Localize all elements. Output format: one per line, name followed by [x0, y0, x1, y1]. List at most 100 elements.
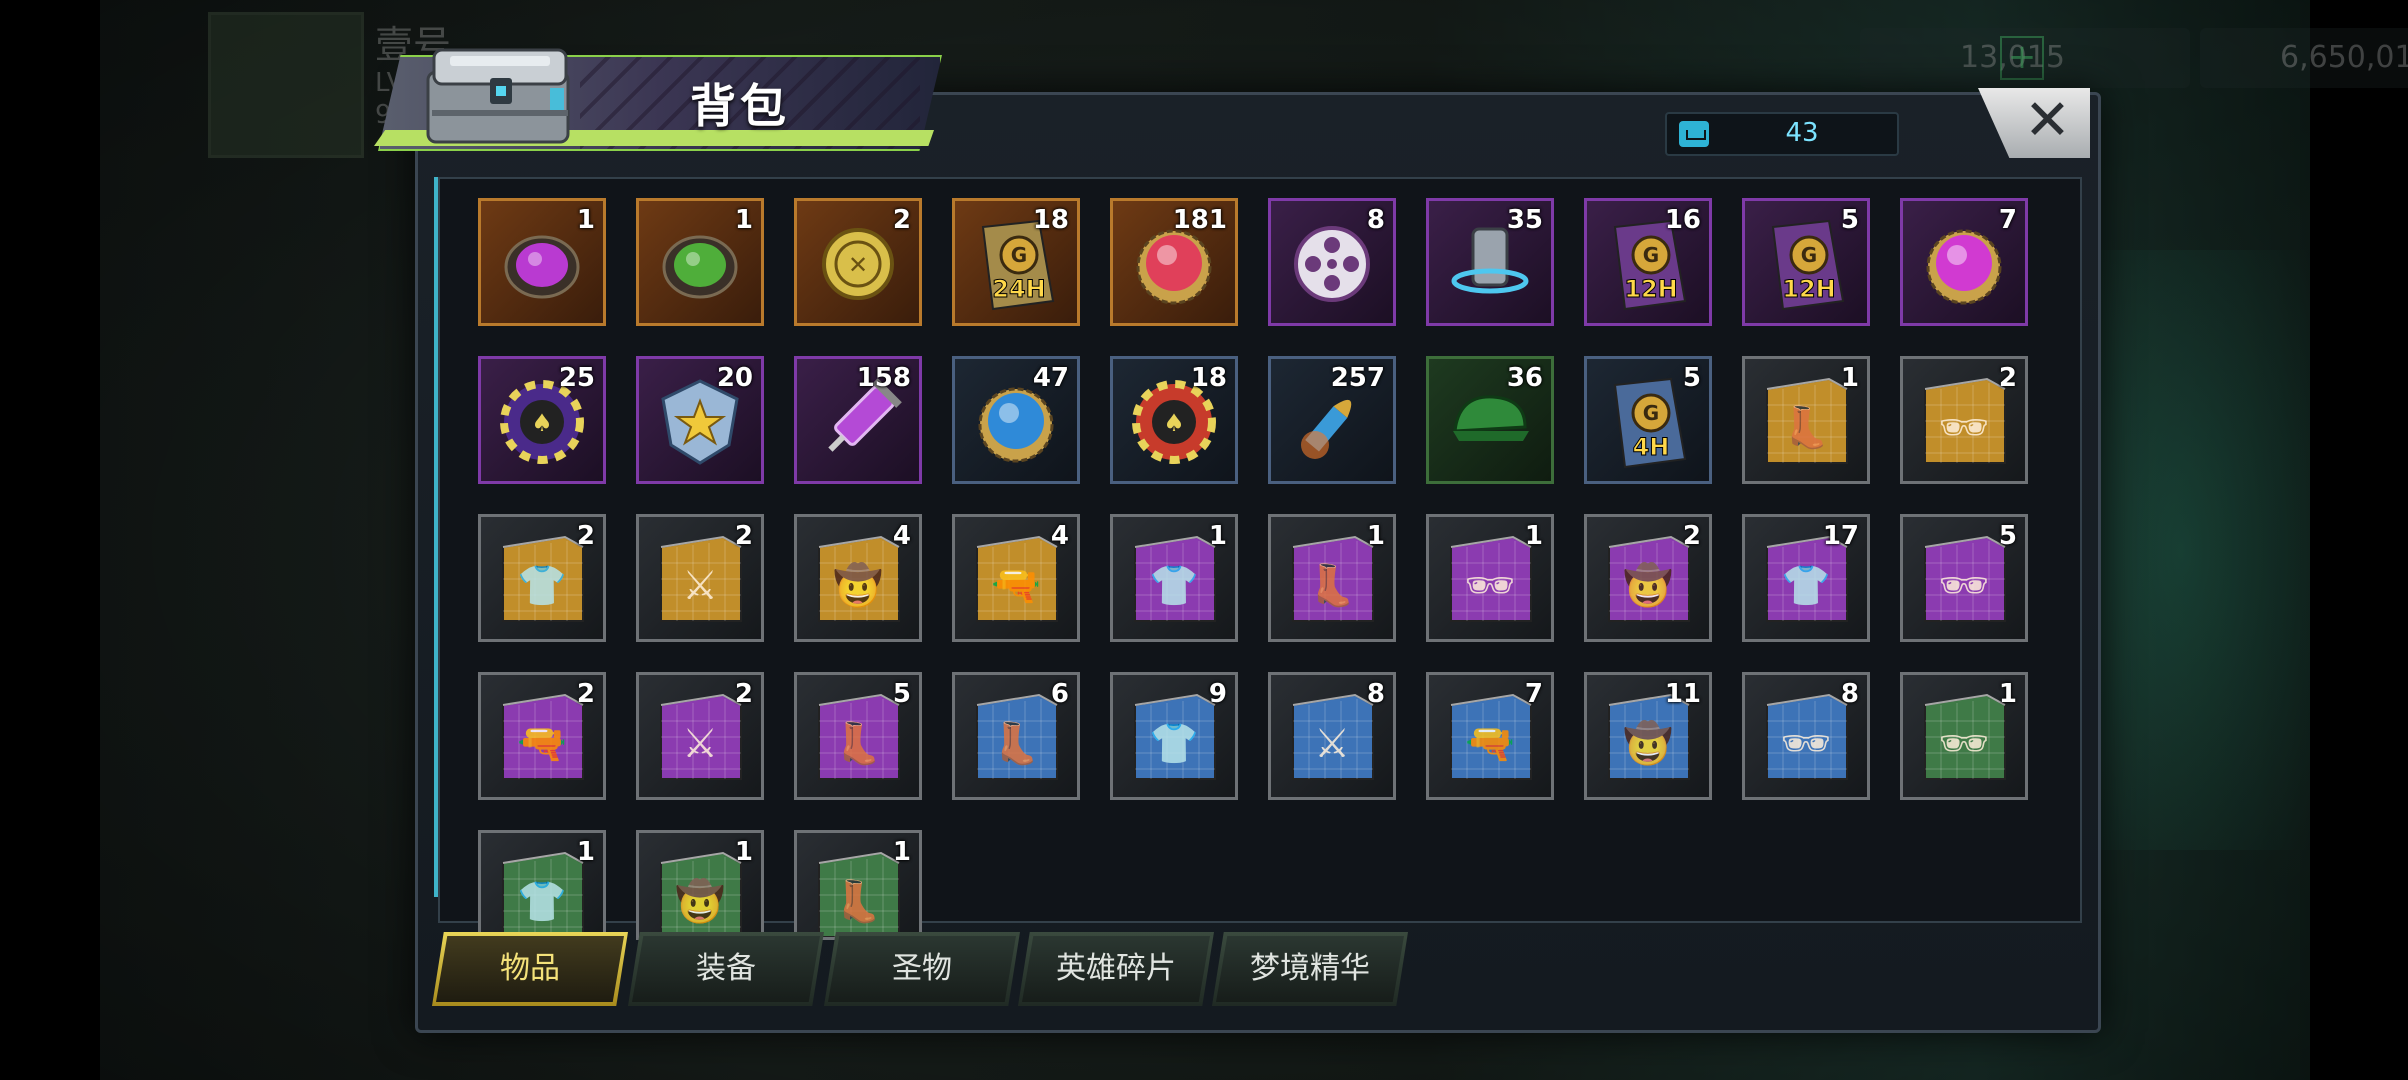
item-count: 47 [1032, 363, 1069, 393]
inventory-slot[interactable]: 👕 17 [1742, 514, 1870, 642]
purple-boots-blueprint-icon: 👢 [811, 691, 905, 785]
inventory-slot[interactable]: ⚔ 8 [1268, 672, 1396, 800]
svg-text:🤠: 🤠 [833, 561, 883, 609]
inventory-slot[interactable]: 👕 9 [1110, 672, 1238, 800]
svg-text:👢: 👢 [1307, 562, 1357, 609]
inventory-slot[interactable]: ⚔ 2 [636, 514, 764, 642]
inventory-slot[interactable]: G 12H 16 [1584, 198, 1712, 326]
inventory-slot[interactable]: 👢 6 [952, 672, 1080, 800]
inventory-slot[interactable]: 7 [1900, 198, 2028, 326]
svg-text:👢: 👢 [991, 720, 1041, 767]
inventory-slot[interactable]: 257 [1268, 356, 1396, 484]
gold-boots-blueprint-icon: 👢 [1759, 375, 1853, 469]
inventory-slot[interactable]: 👢 1 [1268, 514, 1396, 642]
inventory-slot[interactable]: 8 [1268, 198, 1396, 326]
svg-text:🤠: 🤠 [1623, 719, 1673, 767]
item-count: 1 [892, 837, 911, 867]
gold-coin-token-icon: ✕ [811, 217, 905, 311]
svg-text:✕: ✕ [848, 251, 868, 279]
item-count: 18 [1032, 205, 1069, 235]
inventory-slot[interactable]: 🔫 4 [952, 514, 1080, 642]
item-count: 1 [1208, 521, 1227, 551]
inventory-slot[interactable]: ⚔ 2 [636, 672, 764, 800]
purple-glasses-blueprint-icon: 🕶 [1917, 533, 2011, 627]
inventory-slot[interactable]: 👢 1 [1742, 356, 1870, 484]
item-count: 4 [1050, 521, 1069, 551]
inventory-slot[interactable]: 36 [1426, 356, 1554, 484]
item-count: 1 [1366, 521, 1385, 551]
add-resource-1-button[interactable]: + [2000, 36, 2044, 80]
inventory-slot[interactable]: 🔫 2 [478, 672, 606, 800]
inventory-slot[interactable]: 🤠 11 [1584, 672, 1712, 800]
inventory-slot[interactable]: 👕 1 [1110, 514, 1238, 642]
inventory-slot[interactable]: 181 [1110, 198, 1238, 326]
bag-icon [1679, 121, 1709, 147]
resource-2-value: 6,650,018 [2280, 40, 2408, 75]
inventory-slot[interactable]: 158 [794, 356, 922, 484]
svg-text:🤠: 🤠 [1623, 561, 1673, 609]
green-hat-blueprint-icon: 🤠 [653, 849, 747, 937]
tab-3[interactable]: 英雄碎片 [1018, 932, 1214, 1006]
inventory-slot[interactable]: 🕶 1 [1900, 672, 2028, 800]
player-avatar [208, 12, 364, 158]
inventory-slot[interactable]: 1 [636, 198, 764, 326]
item-count: 1 [734, 837, 753, 867]
item-count: 6 [1050, 679, 1069, 709]
inventory-slot[interactable]: 🤠 2 [1584, 514, 1712, 642]
inventory-slot[interactable]: 👢 1 [794, 830, 922, 940]
tab-1[interactable]: 装备 [628, 932, 824, 1006]
inventory-slot[interactable]: 🕶 2 [1900, 356, 2028, 484]
inventory-slot[interactable]: 47 [952, 356, 1080, 484]
tab-label: 英雄碎片 [1056, 951, 1176, 986]
tab-label: 物品 [500, 951, 560, 986]
svg-text:👕: 👕 [517, 879, 567, 925]
item-count: 1 [1524, 521, 1543, 551]
inventory-slot[interactable]: G 12H 5 [1742, 198, 1870, 326]
svg-text:👕: 👕 [1149, 721, 1199, 767]
inventory-slot[interactable]: 🕶 8 [1742, 672, 1870, 800]
tab-label: 装备 [696, 951, 756, 986]
inventory-slot[interactable]: 20 [636, 356, 764, 484]
purple-shirt-blueprint-icon: 👕 [1127, 533, 1221, 627]
item-count: 17 [1822, 521, 1859, 551]
tab-4[interactable]: 梦境精华 [1212, 932, 1408, 1006]
inventory-slot[interactable]: 👕 2 [478, 514, 606, 642]
svg-text:🔫: 🔫 [991, 563, 1041, 609]
item-count: 35 [1506, 205, 1543, 235]
svg-text:♠: ♠ [1163, 409, 1185, 437]
scroll-accent [434, 177, 438, 897]
inventory-slot[interactable]: ♠ 25 [478, 356, 606, 484]
item-count: 5 [1682, 363, 1701, 393]
svg-text:G: G [1643, 243, 1659, 267]
inventory-slot[interactable]: 🤠 1 [636, 830, 764, 940]
inventory-slot[interactable]: ♠ 18 [1110, 356, 1238, 484]
tab-2[interactable]: 圣物 [824, 932, 1020, 1006]
inventory-slot[interactable]: G 4H 5 [1584, 356, 1712, 484]
item-count: 1 [734, 205, 753, 235]
inventory-slot[interactable]: 1 [478, 198, 606, 326]
item-count: 2 [734, 521, 753, 551]
inventory-slot[interactable]: 🔫 7 [1426, 672, 1554, 800]
inventory-slot[interactable]: G 24H 18 [952, 198, 1080, 326]
item-count: 18 [1190, 363, 1227, 393]
inventory-slot[interactable]: ✕ 2 [794, 198, 922, 326]
item-count: 2 [576, 679, 595, 709]
blue-revolver-blueprint-icon: 🔫 [1443, 691, 1537, 785]
svg-text:🕶: 🕶 [1939, 721, 1990, 767]
blue-swords-blueprint-icon: ⚔ [1285, 691, 1379, 785]
svg-text:G: G [1011, 243, 1027, 267]
inventory-slot[interactable]: 👕 1 [478, 830, 606, 940]
item-count: 11 [1664, 679, 1701, 709]
item-count: 2 [892, 205, 911, 235]
inventory-slot[interactable]: 🕶 5 [1900, 514, 2028, 642]
inventory-slot[interactable]: 35 [1426, 198, 1554, 326]
inventory-slot[interactable]: 🕶 1 [1426, 514, 1554, 642]
inventory-slot[interactable]: 🤠 4 [794, 514, 922, 642]
capacity-indicator: 43 [1665, 112, 1899, 156]
item-count: 8 [1366, 679, 1385, 709]
purple-glasses-blueprint-icon: 🕶 [1443, 533, 1537, 627]
svg-text:🕶: 🕶 [1939, 405, 1990, 451]
inventory-slot[interactable]: 👢 5 [794, 672, 922, 800]
tab-0[interactable]: 物品 [432, 932, 628, 1006]
gold-shirt-blueprint-icon: 👕 [495, 533, 589, 627]
